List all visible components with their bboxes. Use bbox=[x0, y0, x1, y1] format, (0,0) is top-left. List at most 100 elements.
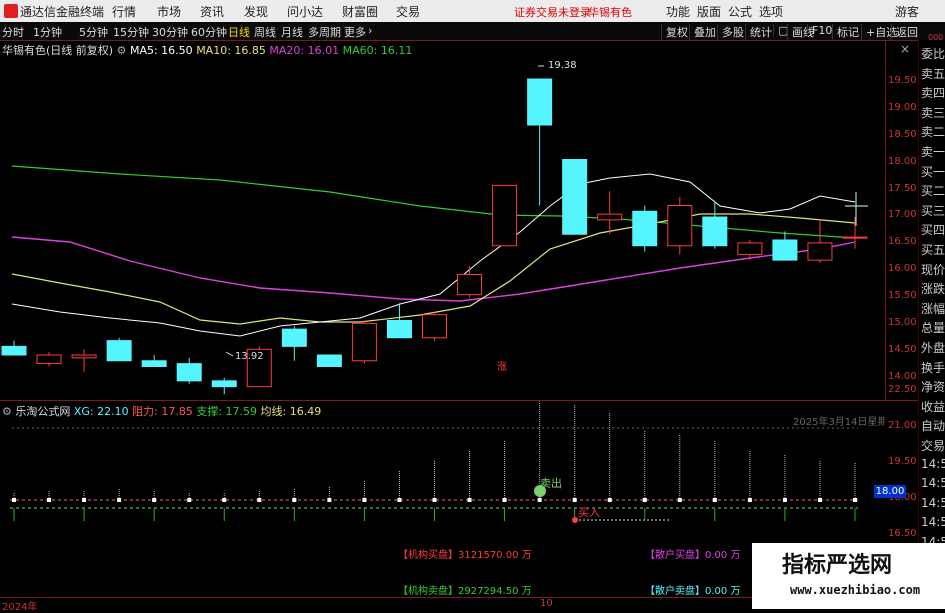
current-stock-name: 华锡有色 bbox=[588, 6, 632, 19]
candle-body bbox=[702, 216, 728, 247]
ytick: 19.50 bbox=[888, 75, 917, 86]
period-15min[interactable]: 15分钟 bbox=[113, 24, 149, 40]
indicator-dot bbox=[362, 498, 367, 502]
quote-field: 14:56 bbox=[921, 495, 945, 510]
candle-body bbox=[597, 213, 623, 221]
menu-item-market[interactable]: 市场 bbox=[157, 3, 181, 20]
ytick: 16.50 bbox=[888, 236, 917, 247]
period-multi[interactable]: 多周期 bbox=[308, 24, 341, 40]
ytick: 17.50 bbox=[888, 183, 917, 194]
quote-field: 涨幅 bbox=[921, 301, 945, 316]
candlestick-chart: 19.38 13.92 涨 bbox=[1, 60, 868, 395]
quote-field: 净资 bbox=[921, 380, 945, 395]
overlay-button[interactable]: 叠加 bbox=[689, 24, 716, 40]
period-monthly[interactable]: 月线 bbox=[281, 24, 303, 40]
indicator-dot bbox=[327, 498, 332, 502]
indicator-dot bbox=[47, 498, 52, 502]
multi-stock-button[interactable]: 多股 bbox=[717, 24, 744, 40]
ytick: 19.00 bbox=[888, 102, 917, 113]
menu-item-news[interactable]: 资讯 bbox=[200, 3, 224, 20]
ytick: 14.00 bbox=[888, 371, 917, 382]
ytick: 17.00 bbox=[888, 209, 917, 220]
watermark-title: 指标严选网 bbox=[782, 553, 893, 578]
ytick: 18.00 bbox=[888, 156, 917, 167]
indicator-ytick: 19.50 bbox=[888, 456, 917, 467]
candle-body bbox=[667, 205, 693, 247]
menu-item-options[interactable]: 选项 bbox=[759, 3, 783, 20]
indicator-dot bbox=[853, 498, 857, 502]
guest-label[interactable]: 游客 bbox=[895, 3, 919, 20]
period-30min[interactable]: 30分钟 bbox=[152, 24, 188, 40]
quote-field: 卖四 bbox=[921, 86, 945, 101]
candle-body bbox=[106, 340, 132, 362]
menu-item-trade[interactable]: 交易 bbox=[396, 3, 420, 20]
indicator-dot bbox=[782, 498, 787, 502]
indicator-dot bbox=[607, 498, 612, 502]
month-mark: 10 bbox=[540, 598, 553, 609]
adjust-button[interactable]: 复权 bbox=[661, 24, 688, 40]
period-tick[interactable]: 分时 bbox=[2, 24, 24, 40]
quote-header: 000 bbox=[928, 33, 944, 42]
quote-field: 委比 bbox=[921, 47, 945, 61]
menu-item-function[interactable]: 功能 bbox=[666, 3, 690, 20]
menu-item-layout[interactable]: 版面 bbox=[697, 3, 721, 20]
quote-field: 卖二 bbox=[921, 125, 945, 140]
quote-field: 自动 bbox=[921, 419, 945, 434]
indicator-dot bbox=[152, 498, 157, 502]
quote-field: 14:56 bbox=[921, 515, 945, 530]
quote-field: 收益 bbox=[921, 399, 945, 414]
back-button[interactable]: 返回 bbox=[891, 24, 918, 40]
current-price-box: 18.00 bbox=[874, 485, 906, 498]
menu-item-formula[interactable]: 公式 bbox=[728, 3, 752, 20]
period-toolbar: 分时 1分钟 5分钟 15分钟 30分钟 60分钟 日线 周线 月线 多周期 更… bbox=[0, 22, 945, 41]
candle-body bbox=[141, 360, 167, 367]
ytick: 15.50 bbox=[888, 290, 917, 301]
period-5min[interactable]: 5分钟 bbox=[79, 24, 108, 40]
quote-field: 买二 bbox=[921, 184, 945, 199]
candle-body bbox=[737, 242, 763, 255]
candle-body bbox=[422, 314, 447, 339]
mark-button[interactable]: 标记 bbox=[832, 24, 859, 40]
ytick: 15.00 bbox=[888, 317, 917, 328]
quote-field: 14:56 bbox=[921, 456, 945, 471]
candle-body bbox=[351, 322, 377, 362]
menu-item-wealth[interactable]: 财富圈 bbox=[342, 3, 378, 20]
period-1min[interactable]: 1分钟 bbox=[33, 24, 62, 40]
stats-button[interactable]: 统计 bbox=[745, 24, 772, 40]
indicator-dot bbox=[747, 498, 752, 502]
sell-label: 卖出 bbox=[540, 476, 562, 490]
period-more-chevron-icon[interactable]: › bbox=[368, 24, 372, 37]
candle-body bbox=[842, 236, 868, 239]
menu-item-discover[interactable]: 发现 bbox=[244, 3, 268, 20]
ytick: 16.00 bbox=[888, 263, 917, 274]
indicator-dot bbox=[257, 498, 262, 502]
candle-body bbox=[807, 242, 833, 261]
quote-field: 外盘 bbox=[921, 341, 945, 355]
indicator-dot bbox=[572, 498, 577, 502]
indicator-dot bbox=[117, 498, 122, 502]
buy-label: 买入 bbox=[578, 506, 600, 519]
period-weekly[interactable]: 周线 bbox=[254, 24, 276, 40]
candle-body bbox=[211, 380, 237, 388]
menu-item-ask[interactable]: 问小达 bbox=[287, 3, 323, 20]
trade-login-warning[interactable]: 证券交易未登录 bbox=[514, 4, 591, 20]
period-daily[interactable]: 日线 bbox=[228, 24, 250, 40]
period-60min[interactable]: 60分钟 bbox=[191, 24, 227, 40]
retail-sell-label: 【散户卖盘】0.00 万 bbox=[645, 586, 741, 597]
inst-buy-label: 【机构买盘】3121570.00 万 bbox=[398, 550, 532, 561]
indicator-dot bbox=[817, 498, 822, 502]
ytick: 14.50 bbox=[888, 344, 917, 355]
ma60-line bbox=[11, 165, 856, 239]
indicator-ytick: 16.50 bbox=[888, 528, 917, 539]
candle-body bbox=[772, 239, 798, 261]
quote-field: 涨跌 bbox=[921, 282, 945, 297]
watermark: 指标严选网 www.xuezhibiao.com bbox=[752, 543, 945, 609]
quote-field: 买五 bbox=[921, 243, 945, 257]
f10-button[interactable]: F10 bbox=[807, 24, 832, 37]
menu-item-quotes[interactable]: 行情 bbox=[112, 3, 136, 20]
indicator-ytick: 21.00 bbox=[888, 420, 917, 431]
indicator-ytick: 22.50 bbox=[888, 384, 917, 395]
period-more[interactable]: 更多 bbox=[344, 24, 366, 40]
watermark-url: www.xuezhibiao.com bbox=[790, 583, 921, 597]
quote-field: 总量 bbox=[921, 321, 945, 336]
